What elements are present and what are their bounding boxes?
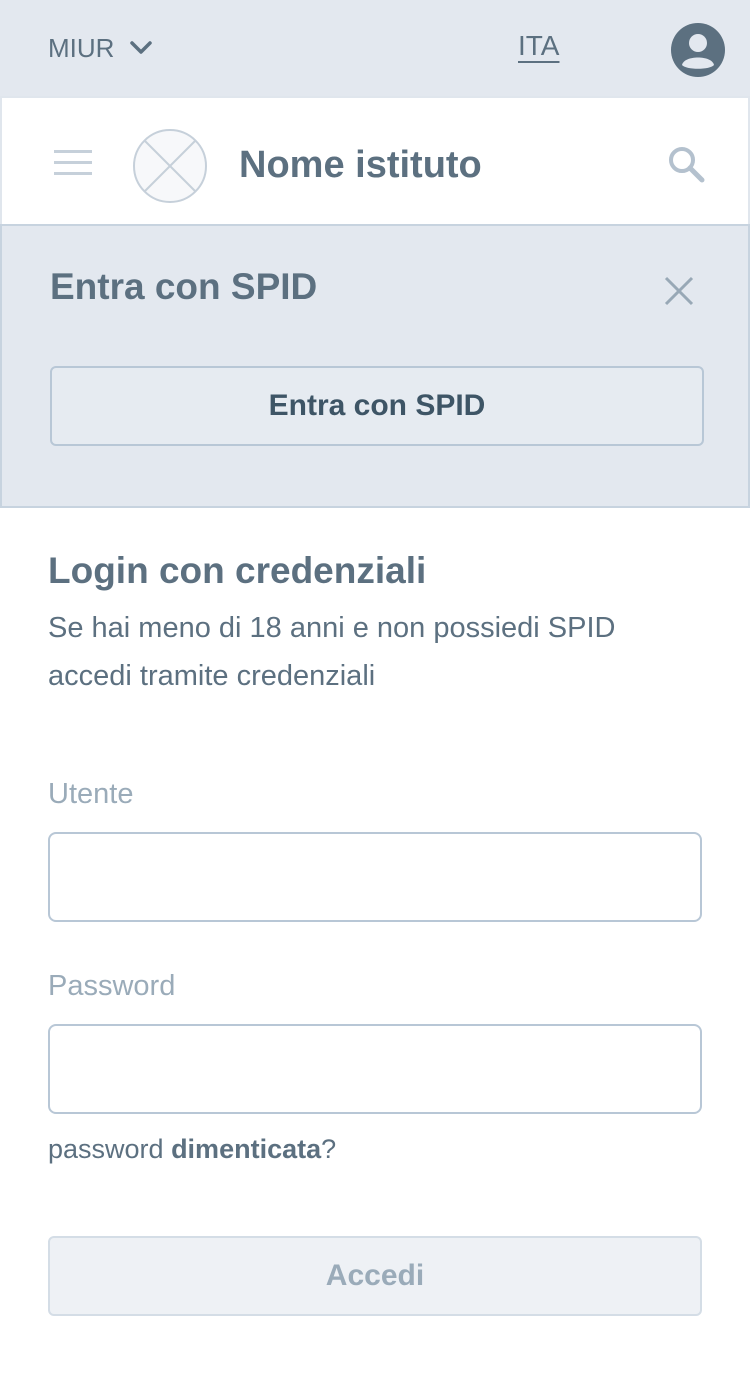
forgot-password-link[interactable]: dimenticata <box>171 1134 321 1164</box>
login-title: Login con credenziali <box>48 550 427 591</box>
site-header: Nome istituto <box>0 96 750 226</box>
password-label: Password <box>48 970 176 1002</box>
forgot-suffix: ? <box>321 1134 337 1164</box>
login-description: Se hai meno di 18 anni e non possiedi SP… <box>48 612 616 692</box>
institute-name[interactable]: Nome istituto <box>239 144 482 187</box>
spid-login-panel: Entra con SPID Entra con SPID <box>0 224 750 508</box>
placeholder-logo-icon[interactable] <box>132 128 208 204</box>
user-avatar-icon[interactable] <box>670 22 726 78</box>
login-submit-button[interactable]: Accedi <box>48 1236 702 1316</box>
chevron-down-icon <box>130 41 153 54</box>
close-icon[interactable] <box>662 274 696 308</box>
language-selector[interactable]: ITA <box>518 30 559 70</box>
username-input[interactable] <box>48 832 702 922</box>
spid-panel-title: Entra con SPID <box>50 266 318 307</box>
top-bar: MIUR ITA <box>0 0 750 96</box>
spid-login-button[interactable]: Entra con SPID <box>50 366 704 446</box>
org-label: MIUR <box>48 32 115 63</box>
password-input[interactable] <box>48 1024 702 1114</box>
search-icon[interactable] <box>666 144 706 184</box>
username-label: Utente <box>48 778 134 810</box>
forgot-prefix: password <box>48 1134 172 1164</box>
org-dropdown[interactable]: MIUR <box>48 30 154 66</box>
hamburger-icon[interactable] <box>54 148 94 178</box>
forgot-password-text: password dimenticata? <box>48 1134 336 1165</box>
